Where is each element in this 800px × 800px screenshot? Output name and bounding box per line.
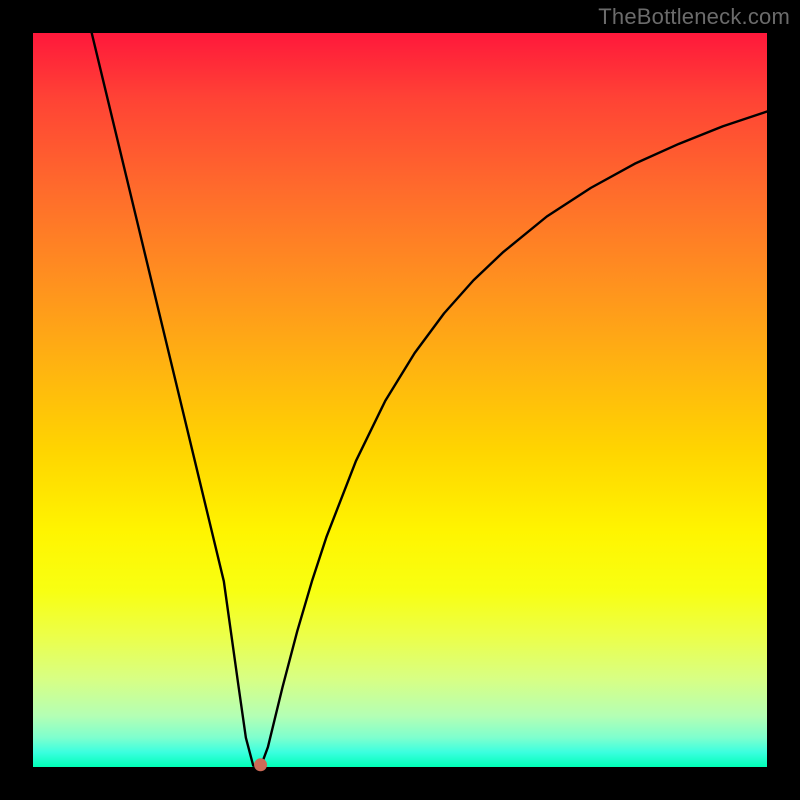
watermark-text: TheBottleneck.com (598, 4, 790, 30)
curve-svg (33, 33, 767, 767)
minimum-marker (254, 758, 267, 771)
plot-area (33, 33, 767, 767)
bottleneck-curve (92, 33, 767, 767)
chart-wrapper: TheBottleneck.com (0, 0, 800, 800)
